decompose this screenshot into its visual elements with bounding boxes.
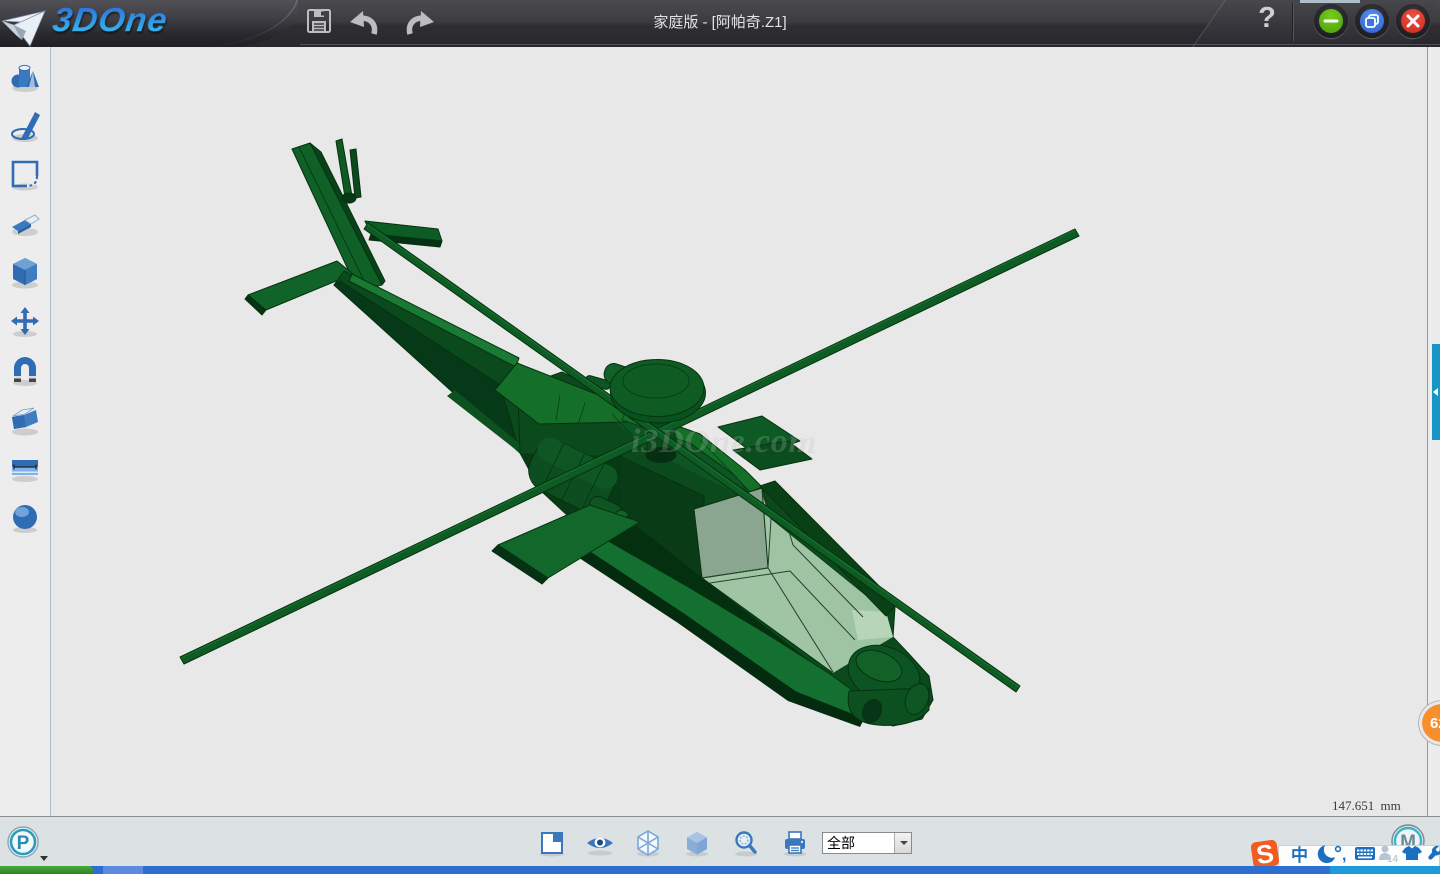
svg-text:P: P	[17, 833, 30, 854]
svg-text:中: 中	[1291, 845, 1308, 865]
svg-text:i3DOne.com: i3DOne.com	[631, 423, 815, 460]
svg-text:14: 14	[1387, 854, 1399, 865]
svg-text:,: ,	[1342, 847, 1346, 864]
